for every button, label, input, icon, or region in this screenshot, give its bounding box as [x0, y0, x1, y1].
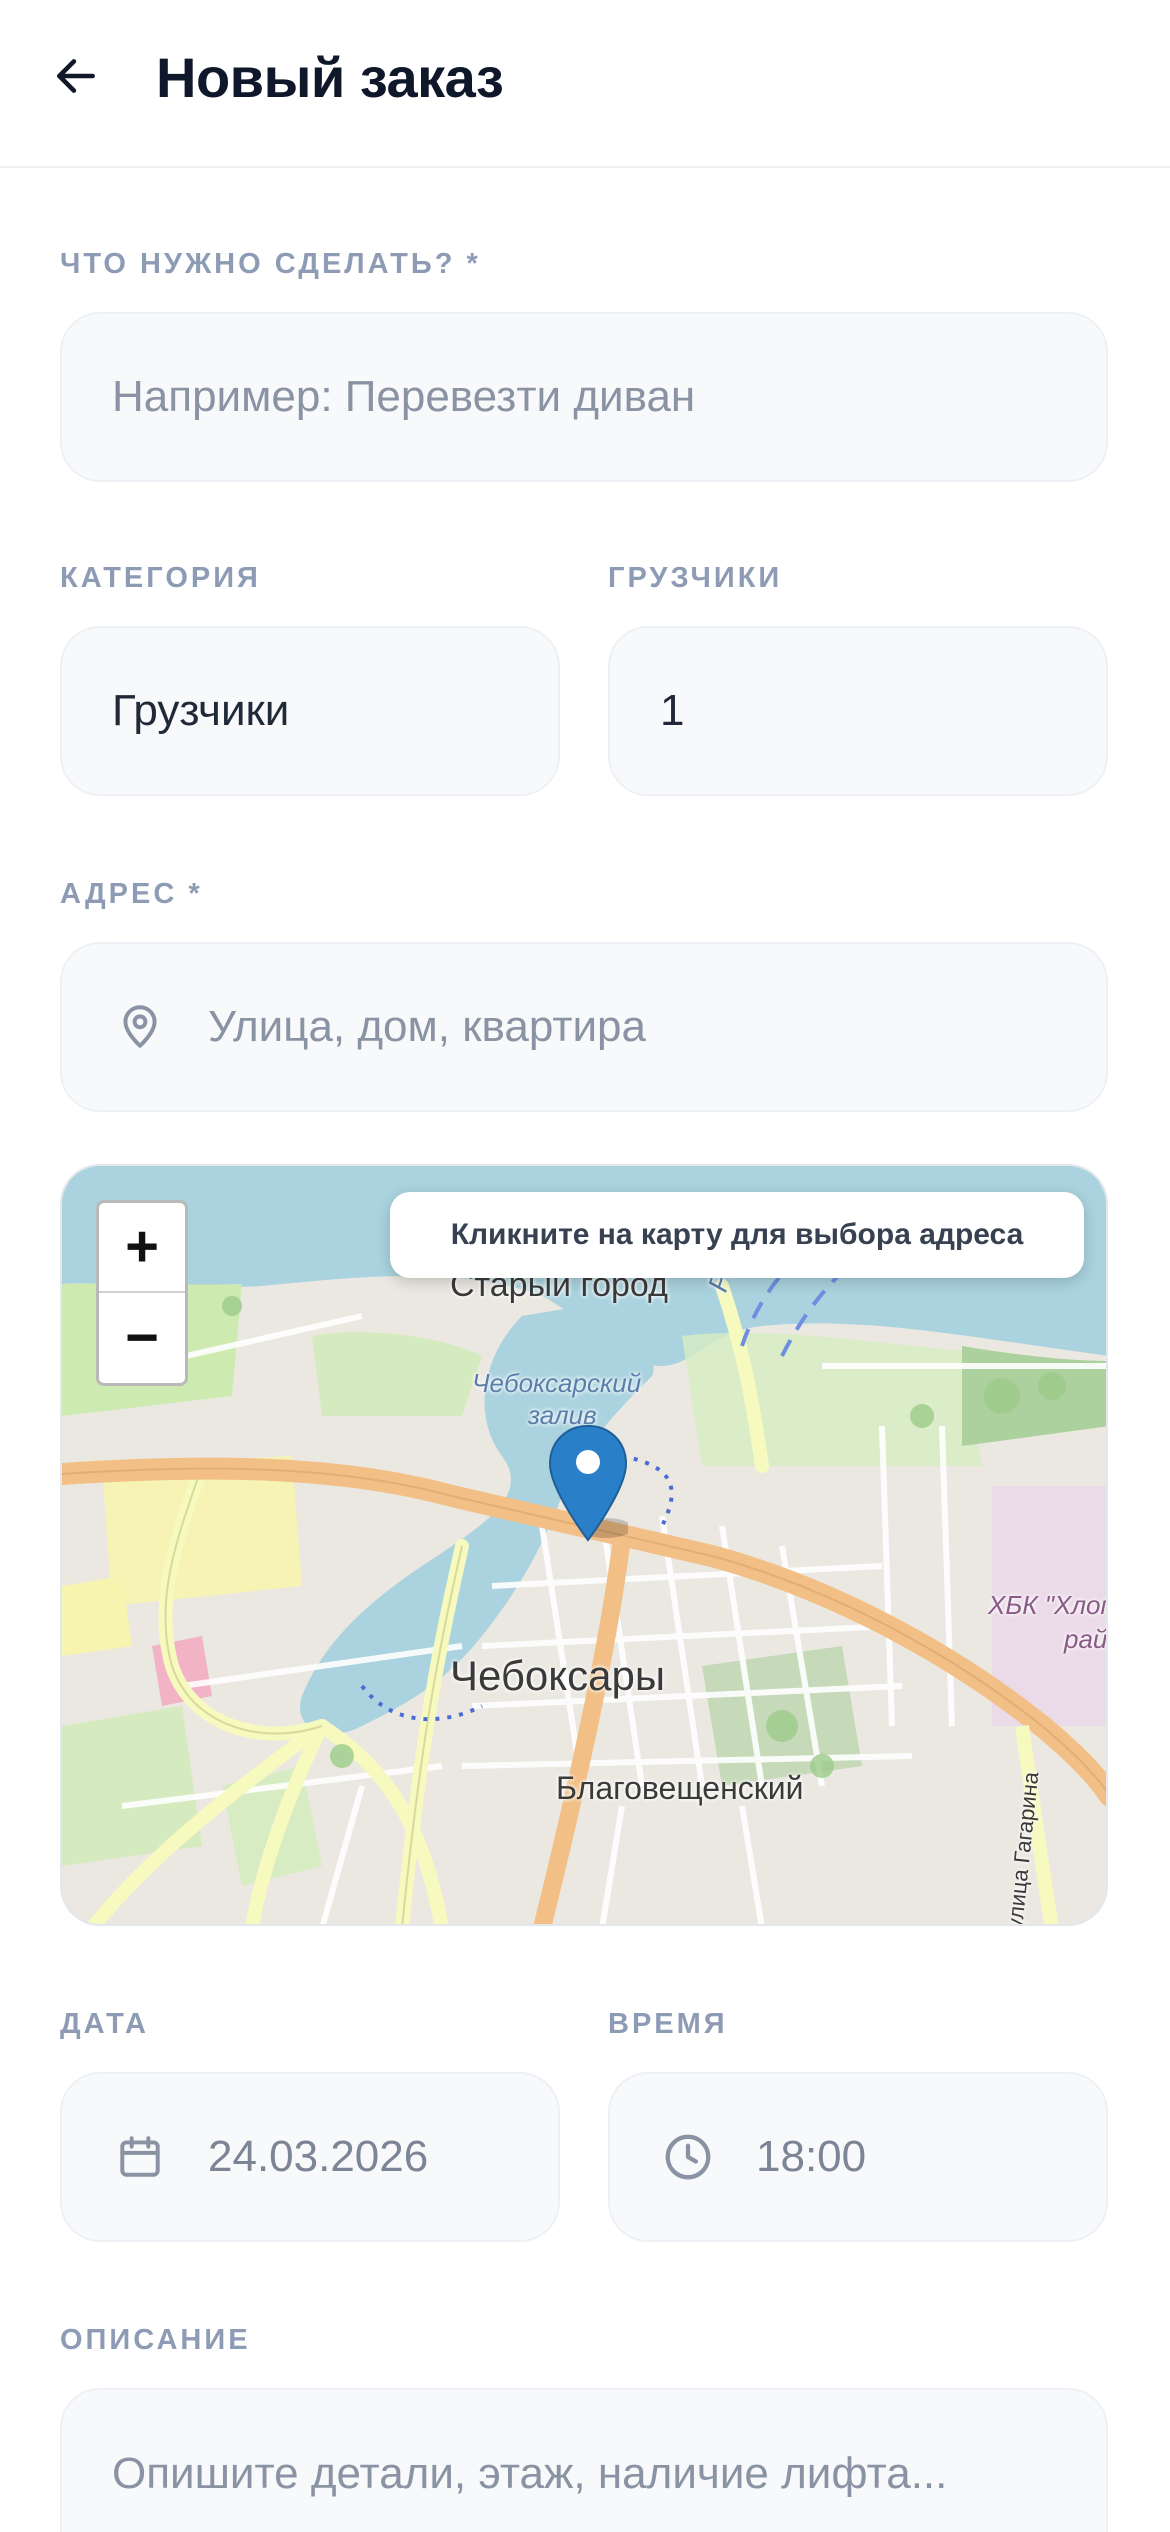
map-label-city: Чебоксары — [450, 1652, 666, 1699]
time-input[interactable]: 18:00 — [608, 2072, 1108, 2242]
time-value: 18:00 — [756, 2132, 867, 2181]
map-label-hbk-2: рай — [1064, 1624, 1108, 1654]
date-value: 24.03.2026 — [208, 2132, 429, 2181]
address-label: АДРЕС * — [60, 878, 203, 910]
date-label: ДАТА — [60, 2008, 149, 2040]
category-value: Грузчики — [112, 686, 290, 735]
arrow-left-icon — [57, 59, 95, 93]
movers-value: 1 — [660, 686, 685, 735]
map-label-district: Благовещенский — [556, 1770, 804, 1806]
map-hint: Кликните на карту для выбора адреса — [390, 1192, 1084, 1278]
category-select[interactable]: Грузчики — [60, 626, 560, 796]
map-pin-icon — [112, 999, 168, 1055]
description-textarea[interactable]: Опишите детали, этаж, наличие лифта... — [60, 2388, 1108, 2532]
task-input[interactable]: Например: Перевезти диван — [60, 312, 1108, 482]
zoom-in-button[interactable]: + — [99, 1203, 185, 1293]
task-placeholder: Например: Перевезти диван — [112, 372, 696, 421]
clock-icon — [660, 2129, 716, 2185]
page-title: Новый заказ — [156, 46, 504, 109]
map-label-bay-1: Чебоксарский — [472, 1368, 642, 1398]
time-label: ВРЕМЯ — [608, 2008, 728, 2040]
address-input[interactable]: Улица, дом, квартира — [60, 942, 1108, 1112]
description-placeholder: Опишите детали, этаж, наличие лифта... — [112, 2449, 948, 2498]
address-placeholder: Улица, дом, квартира — [208, 1002, 647, 1051]
map-zoom-control: + − — [96, 1200, 188, 1386]
header: Новый заказ — [0, 0, 1170, 168]
address-map[interactable]: Старый город Чебоксарский залив Чебоксар… — [60, 1164, 1108, 1926]
category-label: КАТЕГОРИЯ — [60, 562, 261, 594]
movers-input[interactable]: 1 — [608, 626, 1108, 796]
calendar-icon — [112, 2129, 168, 2185]
map-marker-icon[interactable] — [548, 1424, 628, 1544]
back-button[interactable] — [44, 36, 108, 116]
movers-label: ГРУЗЧИКИ — [608, 562, 783, 594]
task-label: ЧТО НУЖНО СДЕЛАТЬ? * — [60, 248, 481, 280]
zoom-out-button[interactable]: − — [99, 1293, 185, 1383]
date-input[interactable]: 24.03.2026 — [60, 2072, 560, 2242]
map-label-hbk-1: ХБК "Хлоп — [988, 1590, 1108, 1620]
description-label: ОПИСАНИЕ — [60, 2324, 251, 2356]
